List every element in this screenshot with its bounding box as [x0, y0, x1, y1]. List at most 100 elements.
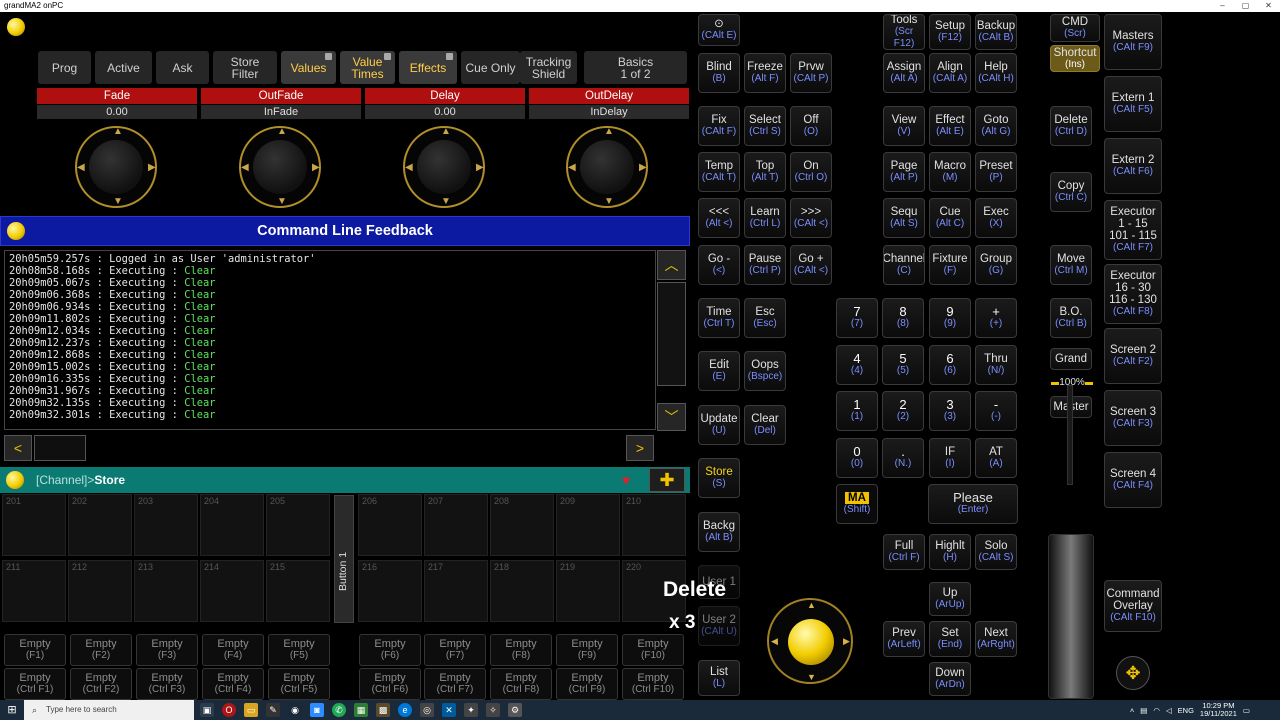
settings-icon[interactable]: ⚙	[508, 703, 522, 717]
minimize-icon[interactable]: –	[1211, 0, 1234, 12]
off-button[interactable]: Off (O)	[790, 106, 832, 146]
function-key[interactable]: Empty (Ctrl F9)	[556, 668, 618, 700]
function-key[interactable]: Empty (Ctrl F8)	[490, 668, 552, 700]
app-icon[interactable]: ✦	[464, 703, 478, 717]
move-button[interactable]: Move (Ctrl M)	[1050, 245, 1092, 285]
assign-button[interactable]: Assign (Alt A)	[883, 53, 925, 93]
function-key[interactable]: Empty (F1)	[4, 634, 66, 666]
channel-cell[interactable]: 206	[358, 494, 422, 556]
channel-cell[interactable]: 203	[134, 494, 198, 556]
goto-button[interactable]: Goto (Alt G)	[975, 106, 1017, 146]
channel-button[interactable]: Channel (C)	[883, 245, 925, 285]
tab-prog[interactable]: Prog	[38, 51, 91, 84]
channel-cell[interactable]: 216	[358, 560, 422, 622]
app-icon[interactable]: ✧	[486, 703, 500, 717]
function-key[interactable]: Empty (F2)	[70, 634, 132, 666]
extern-1-button[interactable]: Extern 1 (CAlt F5)	[1104, 76, 1162, 132]
plus-button[interactable]: + (+)	[975, 298, 1017, 338]
at-button[interactable]: AT (A)	[975, 438, 1017, 478]
select-button[interactable]: Select (Ctrl S)	[744, 106, 786, 146]
esc-button[interactable]: Esc (Esc)	[744, 298, 786, 338]
digit-6-button[interactable]: 6 (6)	[929, 345, 971, 385]
channel-cell[interactable]: 215	[266, 560, 330, 622]
encoder-knob-outdelay[interactable]: ▲ ▼ ◀ ▶	[566, 126, 648, 208]
screen-4-button[interactable]: Screen 4 (CAlt F4)	[1104, 452, 1162, 508]
function-key[interactable]: Empty (Ctrl F1)	[4, 668, 66, 700]
learn-button[interactable]: Learn (Ctrl L)	[744, 198, 786, 238]
function-key[interactable]: Empty (F4)	[202, 634, 264, 666]
clock[interactable]: 10:29 PM 19/11/2021	[1200, 702, 1237, 718]
function-key[interactable]: Empty (F5)	[268, 634, 330, 666]
button-1-handle[interactable]: Button 1	[334, 495, 354, 623]
extern-2-button[interactable]: Extern 2 (CAlt F6)	[1104, 138, 1162, 194]
wifi-icon[interactable]: ◠	[1153, 706, 1160, 715]
function-key[interactable]: Empty (Ctrl F5)	[268, 668, 330, 700]
channel-cell[interactable]: 210	[622, 494, 686, 556]
language-indicator[interactable]: ENG	[1178, 706, 1194, 715]
scroll-right-button[interactable]: >	[626, 435, 654, 461]
digit-3-button[interactable]: 3 (3)	[929, 391, 971, 431]
view-menu-ball-icon[interactable]	[7, 18, 25, 36]
tab-basics-page[interactable]: Basics 1 of 2	[584, 51, 687, 84]
next-button[interactable]: Next (ArRght)	[975, 621, 1017, 657]
temp-button[interactable]: Temp (CAlt T)	[698, 152, 740, 192]
if-button[interactable]: IF (I)	[929, 438, 971, 478]
grand-master-fader[interactable]	[1067, 385, 1073, 485]
freeze-button[interactable]: Freeze (Alt F)	[744, 53, 786, 93]
screen-2-button[interactable]: Screen 2 (CAlt F2)	[1104, 328, 1162, 384]
digit-4-button[interactable]: 4 (4)	[836, 345, 878, 385]
edge-icon[interactable]: e	[398, 703, 412, 717]
opera-icon[interactable]: O	[222, 703, 236, 717]
digit-7-button[interactable]: 7 (7)	[836, 298, 878, 338]
command-overlay-button[interactable]: Command Overlay (CAlt F10)	[1104, 580, 1162, 632]
go-minus-button[interactable]: Go - (<)	[698, 245, 740, 285]
tools-button[interactable]: Tools (Scr F12)	[883, 14, 925, 50]
digit-8-button[interactable]: 8 (8)	[882, 298, 924, 338]
function-key[interactable]: Empty (Ctrl F10)	[622, 668, 684, 700]
up-button[interactable]: Up (ArUp)	[929, 582, 971, 616]
backup-button[interactable]: Backup (CAlt B)	[975, 14, 1017, 50]
scroll-left-button[interactable]: <	[4, 435, 32, 461]
steam-icon[interactable]: ◉	[288, 703, 302, 717]
horizontal-scrollbar[interactable]	[34, 435, 86, 461]
function-key[interactable]: Empty (F3)	[136, 634, 198, 666]
channel-cell[interactable]: 207	[424, 494, 488, 556]
preset-button[interactable]: Preset (P)	[975, 152, 1017, 192]
vertical-scrollbar[interactable]	[657, 282, 686, 386]
update-button[interactable]: Update (U)	[698, 405, 740, 445]
ma-shift-button[interactable]: MA (Shift)	[836, 484, 878, 524]
align-button[interactable]: Align (CAlt A)	[929, 53, 971, 93]
channel-cell[interactable]: 202	[68, 494, 132, 556]
maximize-icon[interactable]: ▢	[1234, 0, 1257, 12]
network-icon[interactable]: ▤	[1140, 706, 1147, 715]
function-key[interactable]: Empty (F9)	[556, 634, 618, 666]
tab-store-filter[interactable]: Store Filter	[213, 51, 277, 84]
chrome-icon[interactable]: ◎	[420, 703, 434, 717]
prev-button[interactable]: Prev (ArLeft)	[883, 621, 925, 657]
volume-icon[interactable]: ◁	[1166, 706, 1172, 715]
channel-cell[interactable]: 204	[200, 494, 264, 556]
grand-label-button[interactable]: Grand	[1050, 348, 1092, 370]
digit-9-button[interactable]: 9 (9)	[929, 298, 971, 338]
delete-button[interactable]: Delete (Ctrl D)	[1050, 106, 1092, 146]
channel-cell[interactable]: 213	[134, 560, 198, 622]
close-icon[interactable]: ✕	[1257, 0, 1280, 12]
page-button[interactable]: Page (Alt P)	[883, 152, 925, 192]
taskbar-search-input[interactable]: ⌕ Type here to search	[24, 700, 194, 720]
function-key[interactable]: Empty (Ctrl F7)	[424, 668, 486, 700]
forward-button[interactable]: >>> (CAlt <)	[790, 198, 832, 238]
macro-button[interactable]: Macro (M)	[929, 152, 971, 192]
encoder-knob-delay[interactable]: ▲ ▼ ◀ ▶	[403, 126, 485, 208]
cursor-button[interactable]: ⊙ (CAlt E)	[698, 14, 740, 46]
solo-button[interactable]: Solo (CAlt S)	[975, 534, 1017, 570]
digit-5-button[interactable]: 5 (5)	[882, 345, 924, 385]
trackball[interactable]	[788, 619, 834, 665]
oops-button[interactable]: Oops (Bspce)	[744, 351, 786, 391]
tab-active[interactable]: Active	[95, 51, 152, 84]
cmd-button[interactable]: CMD (Scr)	[1050, 14, 1100, 42]
executor-16-30-button[interactable]: Executor 16 - 30 116 - 130 (CAlt F8)	[1104, 264, 1162, 324]
sequence-button[interactable]: Sequ (Alt S)	[883, 198, 925, 238]
set-button[interactable]: Set (End)	[929, 621, 971, 657]
window-ball-icon[interactable]	[7, 222, 25, 240]
channel-cell[interactable]: 209	[556, 494, 620, 556]
